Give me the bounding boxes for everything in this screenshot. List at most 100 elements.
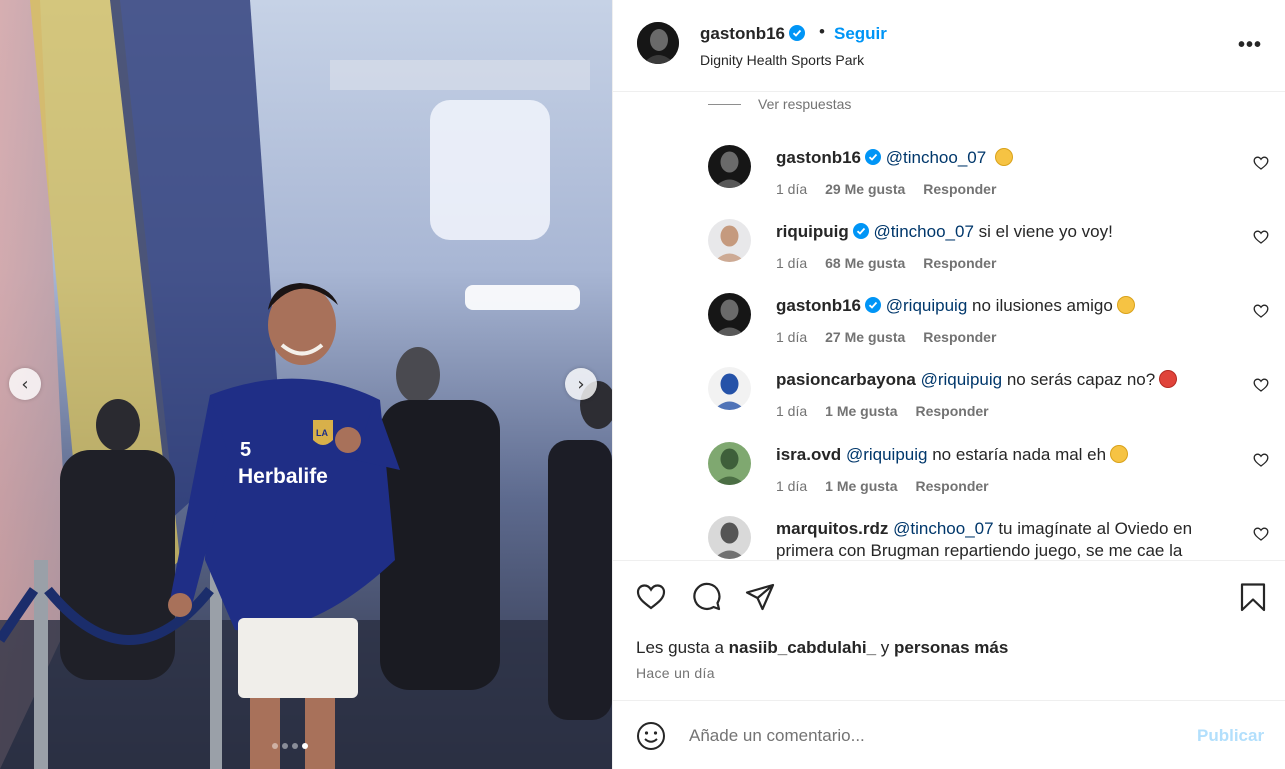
chevron-left-icon: ‹ (21, 373, 29, 395)
stadium-tunnel-image: 5 Herbalife LA (0, 0, 612, 769)
author-username[interactable]: gastonb16 (700, 24, 806, 44)
grin-emoji-icon (994, 148, 1013, 166)
comment-likes[interactable]: 68 Me gusta (825, 255, 905, 271)
commenter-avatar[interactable] (708, 442, 751, 485)
share-icon[interactable] (744, 581, 776, 613)
post-actions: Les gusta a nasiib_cabdulahi_ y personas… (613, 560, 1285, 700)
carousel-dot (272, 743, 278, 749)
comment-mention[interactable]: @tinchoo_07 (886, 148, 986, 167)
comment-likes[interactable]: 29 Me gusta (825, 181, 905, 197)
comment-username[interactable]: isra.ovd (776, 445, 841, 464)
comment-like-heart-icon[interactable] (1253, 229, 1269, 245)
comment-mention[interactable]: @riquipuig (886, 296, 968, 315)
reply-button[interactable]: Responder (916, 478, 989, 494)
comment-username[interactable]: gastonb16 (776, 296, 861, 315)
star-eyes-emoji-icon (1116, 296, 1135, 314)
author-avatar[interactable] (637, 22, 679, 64)
comment-meta: 1 día 1 Me gusta Responder (776, 478, 989, 494)
carousel-dot (282, 743, 288, 749)
angry-emoji-icon (1159, 370, 1178, 388)
comment-text: pasioncarbayona @riquipuig no serás capa… (776, 369, 1236, 391)
comment-text: gastonb16 @riquipuig no ilusiones amigo (776, 295, 1236, 317)
comment-row: gastonb16 @riquipuig no ilusiones amigo 1… (708, 293, 1269, 363)
comment-meta: 1 día 27 Me gusta Responder (776, 329, 996, 345)
follow-button[interactable]: Seguir (834, 24, 887, 44)
comment-likes[interactable]: 1 Me gusta (825, 478, 897, 494)
reply-button[interactable]: Responder (923, 255, 996, 271)
comment-like-heart-icon[interactable] (1253, 155, 1269, 171)
commenter-avatar[interactable] (708, 145, 751, 188)
commenter-avatar[interactable] (708, 219, 751, 262)
comment-likes[interactable]: 1 Me gusta (825, 403, 897, 419)
jersey-number: 5 (240, 439, 251, 461)
comment-mention[interactable]: @tinchoo_07 (873, 222, 973, 241)
comment-time[interactable]: 1 día (776, 181, 807, 197)
replies-divider (708, 103, 741, 105)
comment-row: isra.ovd @riquipuig no estaría nada mal … (708, 442, 1269, 512)
comments-list[interactable]: Ver respuestas gastonb16 @tinchoo_07 1 d… (613, 93, 1285, 560)
commenter-avatar[interactable] (708, 293, 751, 336)
comment-time[interactable]: 1 día (776, 403, 807, 419)
comment-message: no serás capaz no? (1006, 370, 1156, 389)
comment-meta: 1 día 68 Me gusta Responder (776, 255, 996, 271)
heart-icon[interactable] (635, 581, 667, 613)
comment-likes[interactable]: 27 Me gusta (825, 329, 905, 345)
post-detail-panel: gastonb16 • Seguir Dignity Health Sports… (612, 0, 1285, 769)
comment-text: marquitos.rdz @tinchoo_07 tu imagínate a… (776, 518, 1236, 560)
comment-meta: 1 día 29 Me gusta Responder (776, 181, 996, 197)
comment-like-heart-icon[interactable] (1253, 377, 1269, 393)
emoji-picker-icon[interactable] (636, 721, 666, 751)
likes-prefix: Les gusta a (636, 638, 724, 657)
header-separator: • (819, 22, 825, 41)
likes-others-link[interactable]: personas más (894, 638, 1008, 657)
reply-button[interactable]: Responder (923, 329, 996, 345)
comment-time[interactable]: 1 día (776, 255, 807, 271)
verified-badge-icon (865, 149, 882, 165)
previous-photo-button[interactable]: ‹ (9, 368, 41, 400)
comment-row: gastonb16 @tinchoo_07 1 día 29 Me gusta Re… (708, 145, 1269, 215)
reply-button[interactable]: Responder (923, 181, 996, 197)
publish-button[interactable]: Publicar (1197, 726, 1264, 746)
comment-row: riquipuig @tinchoo_07 si el viene yo voy… (708, 219, 1269, 289)
comment-message: no estaría nada mal eh (932, 445, 1107, 464)
comment-like-heart-icon[interactable] (1253, 452, 1269, 468)
comment-text: riquipuig @tinchoo_07 si el viene yo voy… (776, 221, 1236, 243)
post-photo: 5 Herbalife LA ‹ › (0, 0, 612, 769)
verified-badge-icon (852, 223, 869, 239)
comment-icon[interactable] (690, 581, 722, 613)
tongue-emoji-icon (1110, 445, 1129, 463)
add-comment-bar: Publicar (613, 700, 1285, 769)
comment-input[interactable] (689, 721, 1169, 751)
comment-time[interactable]: 1 día (776, 478, 807, 494)
carousel-dot (292, 743, 298, 749)
comment-like-heart-icon[interactable] (1253, 526, 1269, 542)
reply-button[interactable]: Responder (916, 403, 989, 419)
comment-username[interactable]: marquitos.rdz (776, 519, 888, 538)
next-photo-button[interactable]: › (565, 368, 597, 400)
comment-like-heart-icon[interactable] (1253, 303, 1269, 319)
comment-username[interactable]: gastonb16 (776, 148, 861, 167)
more-options-icon[interactable]: ••• (1238, 34, 1262, 57)
carousel-dots (272, 743, 308, 749)
bookmark-icon[interactable] (1237, 581, 1269, 613)
chevron-right-icon: › (577, 373, 585, 395)
view-replies-label: Ver respuestas (758, 96, 852, 112)
comment-username[interactable]: riquipuig (776, 222, 849, 241)
comment-mention[interactable]: @tinchoo_07 (893, 519, 993, 538)
comment-mention[interactable]: @riquipuig (921, 370, 1003, 389)
verified-badge-icon (865, 297, 882, 313)
comment-time[interactable]: 1 día (776, 329, 807, 345)
post-header: gastonb16 • Seguir Dignity Health Sports… (613, 0, 1285, 92)
comment-mention[interactable]: @riquipuig (846, 445, 928, 464)
comment-meta: 1 día 1 Me gusta Responder (776, 403, 989, 419)
post-location[interactable]: Dignity Health Sports Park (700, 52, 864, 68)
carousel-dot-active (302, 743, 308, 749)
view-replies-link[interactable]: Ver respuestas (708, 96, 851, 112)
post-timestamp[interactable]: Hace un día (636, 665, 715, 681)
likes-and: y (880, 638, 890, 657)
commenter-avatar[interactable] (708, 367, 751, 410)
comment-username[interactable]: pasioncarbayona (776, 370, 916, 389)
comment-row: marquitos.rdz @tinchoo_07 tu imagínate a… (708, 516, 1269, 560)
commenter-avatar[interactable] (708, 516, 751, 559)
liked-by-user[interactable]: nasiib_cabdulahi_ (729, 638, 876, 657)
